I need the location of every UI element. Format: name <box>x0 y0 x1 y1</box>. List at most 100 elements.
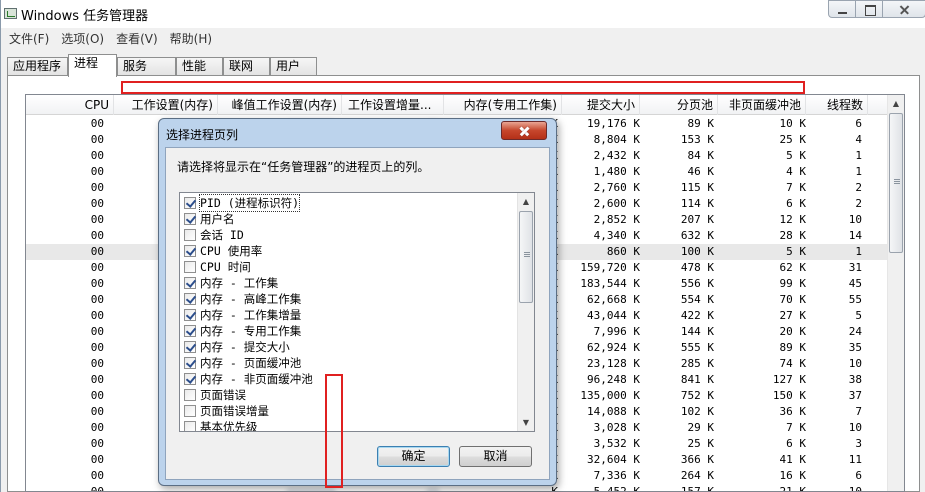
cell-threads: 1 <box>855 149 862 162</box>
checkbox[interactable] <box>184 389 196 401</box>
column-header-working-set[interactable]: 工作设置(内存) <box>114 95 218 115</box>
cell-paged: 157 K <box>680 485 714 492</box>
cell-paged: 89 K <box>687 117 715 130</box>
column-header-private-working-set[interactable]: 内存(专用工作集) <box>444 95 562 115</box>
cell-cpu: 00 <box>90 485 104 492</box>
menu-file[interactable]: 文件(F) <box>3 29 55 49</box>
checkbox[interactable] <box>184 357 196 369</box>
column-option-label: CPU 时间 <box>200 260 251 274</box>
column-option-label: 内存 - 工作集 <box>200 276 279 290</box>
cell-threads: 38 <box>848 373 862 386</box>
column-header-threads[interactable]: 线程数 <box>806 95 868 115</box>
tab-services[interactable]: 服务 <box>117 57 176 76</box>
column-option-label: 内存 - 非页面缓冲池 <box>200 372 313 386</box>
cancel-button[interactable]: 取消 <box>459 446 532 467</box>
title-bar[interactable]: Windows 任务管理器 <box>1 0 925 28</box>
dialog-body: 请选择将显示在“任务管理器”的进程页上的列。 PID (进程标识符) 用户名 会话 … <box>165 147 550 488</box>
menu-view[interactable]: 查看(V) <box>110 29 164 49</box>
cell-threads: 10 <box>848 213 862 226</box>
checkbox[interactable] <box>184 325 196 337</box>
maximize-button[interactable] <box>855 0 883 18</box>
cell-cpu: 00 <box>90 469 104 482</box>
checkbox[interactable] <box>184 405 196 417</box>
cell-paged: 478 K <box>680 261 714 274</box>
checkbox[interactable] <box>184 197 196 209</box>
tab-performance[interactable]: 性能 <box>176 57 223 76</box>
close-button[interactable] <box>882 0 925 18</box>
cell-threads: 1 <box>855 245 862 258</box>
column-options-list: PID (进程标识符) 用户名 会话 ID CPU 使用率 CPU 时间 内存 - 工作集… <box>179 192 535 432</box>
tab-applications[interactable]: 应用程序 <box>7 57 68 76</box>
cell-commit: 2,600 K <box>593 197 640 210</box>
checkbox[interactable] <box>184 373 196 385</box>
checkbox[interactable] <box>184 341 196 353</box>
cell-commit: 3,028 K <box>593 421 640 434</box>
cell-paged: 555 K <box>680 341 714 354</box>
column-header-nonpaged-pool[interactable]: 非页面缓冲池 <box>718 95 806 115</box>
cell-nonpaged: 62 K <box>779 261 807 274</box>
column-header-cpu[interactable]: CPU <box>26 95 114 115</box>
task-manager-icon <box>4 8 17 19</box>
column-option-label: 内存 - 页面缓冲池 <box>200 356 302 370</box>
dialog-close-button[interactable] <box>501 121 547 140</box>
cell-nonpaged: 7 K <box>786 181 806 194</box>
cell-threads: 3 <box>855 437 862 450</box>
task-manager-window: Windows 任务管理器 文件(F) 选项(O) 查看(V) 帮助(H) 应用… <box>0 0 925 492</box>
cell-cpu: 00 <box>90 389 104 402</box>
options-scroll-thumb[interactable] <box>519 211 533 303</box>
cell-cpu: 00 <box>90 117 104 130</box>
column-option-label: 会话 ID <box>200 228 244 242</box>
column-header-commit-size[interactable]: 提交大小 <box>562 95 640 115</box>
cell-paged: 115 K <box>680 181 714 194</box>
cell-nonpaged: 16 K <box>779 469 807 482</box>
column-option-label: 内存 - 提交大小 <box>200 340 290 354</box>
dialog-title: 选择进程页列 <box>166 128 239 142</box>
cell-paged: 144 K <box>680 325 714 338</box>
cell-paged: 102 K <box>680 405 714 418</box>
tab-networking[interactable]: 联网 <box>223 57 270 76</box>
cell-commit: 2,760 K <box>593 181 640 194</box>
cell-commit: 19,176 K <box>587 117 640 130</box>
checkbox[interactable] <box>184 245 196 257</box>
cell-threads: 2 <box>855 181 862 194</box>
column-header-paged-pool[interactable]: 分页池 <box>640 95 718 115</box>
cell-cpu: 00 <box>90 421 104 434</box>
cell-nonpaged: 28 K <box>779 229 807 242</box>
checkbox[interactable] <box>184 309 196 321</box>
checkbox[interactable] <box>184 229 196 241</box>
scroll-up-arrow-icon[interactable]: ▲ <box>518 193 534 210</box>
menu-help[interactable]: 帮助(H) <box>164 29 218 49</box>
tab-users[interactable]: 用户 <box>270 57 317 76</box>
checkbox[interactable] <box>184 213 196 225</box>
scroll-down-arrow-icon[interactable]: ▼ <box>518 414 534 431</box>
column-option-label: CPU 使用率 <box>200 244 263 258</box>
cell-commit: 23,128 K <box>587 357 640 370</box>
scroll-thumb[interactable] <box>889 113 903 253</box>
cell-nonpaged: 25 K <box>779 133 807 146</box>
menu-options[interactable]: 选项(O) <box>55 29 110 49</box>
tab-processes[interactable]: 进程 <box>68 54 117 77</box>
process-list-scrollbar[interactable]: ▲ <box>887 95 904 491</box>
cell-cpu: 00 <box>90 325 104 338</box>
options-scrollbar[interactable]: ▲ ▼ <box>517 193 534 431</box>
column-header-peak-working-set[interactable]: 峰值工作设置(内存) <box>218 95 342 115</box>
column-header-working-set-delta[interactable]: 工作设置增量... <box>342 95 444 115</box>
minimize-button[interactable] <box>828 0 856 18</box>
cell-commit: 1,480 K <box>593 165 640 178</box>
checkbox[interactable] <box>184 261 196 273</box>
cell-nonpaged: 20 K <box>779 325 807 338</box>
ok-button[interactable]: 确定 <box>377 446 450 467</box>
checkbox[interactable] <box>184 421 196 431</box>
cell-commit: 7,996 K <box>593 325 640 338</box>
cell-commit: 159,720 K <box>580 261 640 274</box>
cell-threads: 10 <box>848 357 862 370</box>
menu-bar: 文件(F) 选项(O) 查看(V) 帮助(H) <box>1 29 218 49</box>
cell-paged: 100 K <box>680 245 714 258</box>
cell-paged: 556 K <box>680 277 714 290</box>
scroll-up-arrow-icon[interactable]: ▲ <box>888 95 904 112</box>
cell-paged: 114 K <box>680 197 714 210</box>
column-option-label: 内存 - 专用工作集 <box>200 324 302 338</box>
checkbox[interactable] <box>184 277 196 289</box>
cell-commit: 2,432 K <box>593 149 640 162</box>
checkbox[interactable] <box>184 293 196 305</box>
